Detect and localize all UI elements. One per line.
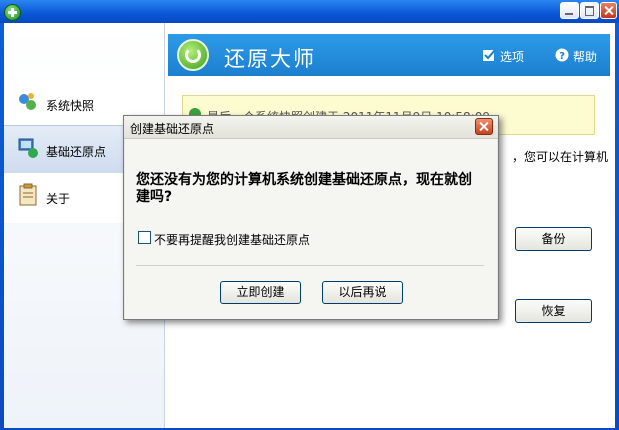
restore-button[interactable]: 恢复 — [515, 299, 592, 323]
app-icon — [4, 4, 21, 21]
svg-text:?: ? — [559, 51, 565, 62]
close-button[interactable] — [600, 2, 617, 19]
restore-point-icon — [18, 138, 38, 158]
hint-text: ，您可以在计算机 — [512, 150, 609, 164]
dialog-close-button[interactable] — [475, 118, 493, 135]
minimize-button[interactable] — [560, 2, 579, 19]
create-restore-point-dialog: 创建基础还原点 您还没有为您的计算机系统创建基础还原点，现在就创建吗? 不要再提… — [123, 115, 499, 320]
app-title: 还原大师 — [224, 47, 316, 71]
dont-remind-label[interactable]: 不要再提醒我创建基础还原点 — [154, 231, 310, 248]
sidebar-item-label: 基础还原点 — [46, 145, 107, 159]
title-bar[interactable] — [0, 0, 619, 23]
backup-button[interactable]: 备份 — [515, 227, 592, 251]
header-banner: 还原大师 选项 ? 帮助 — [168, 34, 610, 76]
clipboard-icon — [19, 183, 37, 206]
snapshot-icon — [19, 93, 36, 110]
dialog-body: 您还没有为您的计算机系统创建基础还原点，现在就创建吗? 不要再提醒我创建基础还原… — [125, 139, 497, 319]
create-now-button[interactable]: 立即创建 — [220, 281, 301, 304]
later-button[interactable]: 以后再说 — [322, 281, 403, 304]
help-link[interactable]: 帮助 — [573, 48, 597, 65]
dialog-message: 您还没有为您的计算机系统创建基础还原点，现在就创建吗? — [136, 172, 472, 205]
dialog-title-bar[interactable]: 创建基础还原点 — [124, 116, 498, 139]
dialog-title: 创建基础还原点 — [130, 122, 215, 136]
refresh-logo-icon — [177, 39, 209, 71]
sidebar-item-label: 系统快照 — [46, 99, 95, 113]
help-icon: ? — [555, 48, 569, 62]
dont-remind-checkbox[interactable] — [138, 231, 151, 244]
sidebar-item-label: 关于 — [46, 192, 71, 206]
options-link[interactable]: 选项 — [500, 48, 524, 65]
dialog-divider — [136, 265, 484, 266]
maximize-button[interactable] — [580, 2, 599, 19]
checkbox-icon — [483, 49, 496, 61]
